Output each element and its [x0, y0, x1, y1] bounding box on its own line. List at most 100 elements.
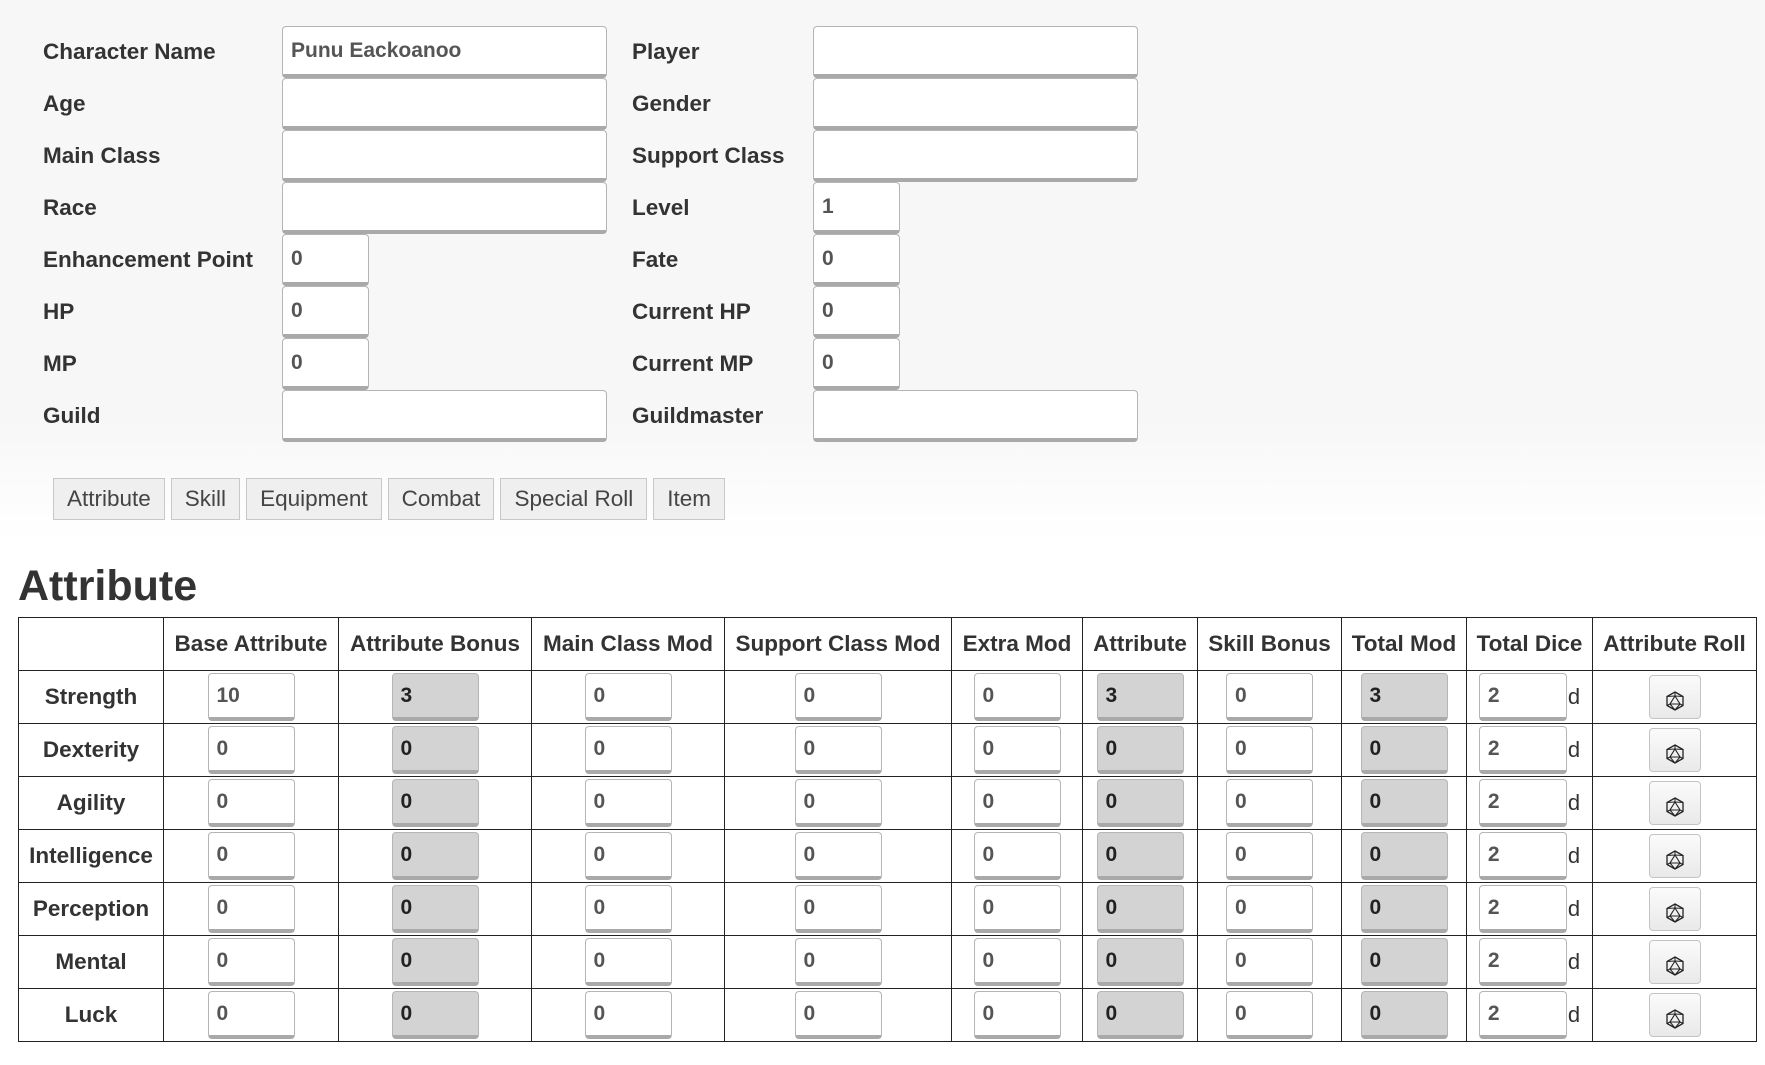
main-class-input[interactable]: [282, 130, 607, 182]
mental-total-dice-field[interactable]: [1478, 938, 1567, 986]
cell-bonus: [338, 935, 532, 989]
luck-extra-mod-field[interactable]: [973, 991, 1061, 1039]
tab-item[interactable]: Item: [653, 478, 726, 520]
dexterity-roll-button[interactable]: [1648, 728, 1701, 772]
support-class-input[interactable]: [813, 130, 1138, 182]
dexterity-support-mod-field[interactable]: [794, 726, 882, 774]
guild-input[interactable]: [282, 390, 607, 442]
tab-attribute[interactable]: Attribute: [53, 478, 165, 520]
age-label: Age: [43, 91, 86, 116]
perception-base-field[interactable]: [207, 885, 295, 933]
d20-dice-icon: [1665, 902, 1684, 923]
mental-support-mod-field[interactable]: [794, 938, 882, 986]
intelligence-base-field[interactable]: [207, 832, 295, 880]
cell-main-mod: [531, 882, 725, 936]
dexterity-skill-bonus-field[interactable]: [1226, 726, 1313, 774]
d20-dice-icon: [1665, 1008, 1684, 1029]
tab-combat[interactable]: Combat: [387, 478, 495, 520]
tab-special-roll[interactable]: Special Roll: [500, 478, 648, 520]
dexterity-total-dice-field[interactable]: [1478, 726, 1567, 774]
enhancement-point-input[interactable]: [282, 234, 369, 286]
strength-support-mod-field[interactable]: [794, 673, 882, 721]
hp-input[interactable]: [282, 286, 369, 338]
cell-base: [163, 882, 339, 936]
player-input[interactable]: [813, 26, 1138, 78]
attribute-name: Intelligence: [18, 829, 164, 883]
agility-support-mod-field[interactable]: [794, 779, 882, 827]
strength-main-mod-field[interactable]: [584, 673, 672, 721]
luck-main-mod-field[interactable]: [584, 991, 672, 1039]
perception-skill-bonus-field[interactable]: [1226, 885, 1313, 933]
strength-extra-mod-field[interactable]: [973, 673, 1061, 721]
intelligence-skill-bonus-field[interactable]: [1226, 832, 1313, 880]
column-header-extra-mod: Extra Mod: [951, 617, 1083, 671]
agility-total-dice-field[interactable]: [1478, 779, 1567, 827]
mental-roll-button[interactable]: [1648, 940, 1701, 984]
age-input[interactable]: [282, 78, 607, 130]
agility-main-mod-field[interactable]: [584, 779, 672, 827]
strength-base-field[interactable]: [207, 673, 295, 721]
intelligence-support-mod-field[interactable]: [794, 832, 882, 880]
support-class-label: Support Class: [632, 143, 785, 168]
perception-roll-button[interactable]: [1648, 887, 1701, 931]
mental-base-field[interactable]: [207, 938, 295, 986]
intelligence-roll-button[interactable]: [1648, 834, 1701, 878]
cell-attribute: [1082, 776, 1198, 830]
mp-input[interactable]: [282, 338, 369, 390]
agility-base-field[interactable]: [207, 779, 295, 827]
agility-skill-bonus-field[interactable]: [1226, 779, 1313, 827]
level-label: Level: [632, 195, 690, 220]
luck-support-mod-field[interactable]: [794, 991, 882, 1039]
mental-skill-bonus-field[interactable]: [1226, 938, 1313, 986]
current-hp-input[interactable]: [813, 286, 900, 338]
table-header-row: Base Attribute Attribute Bonus Main Class …: [18, 617, 1757, 671]
mental-main-mod-field[interactable]: [584, 938, 672, 986]
cell-support-mod: [724, 988, 952, 1042]
luck-base-field[interactable]: [207, 991, 295, 1039]
strength-roll-button[interactable]: [1648, 675, 1701, 719]
fate-input[interactable]: [813, 234, 900, 286]
cell-bonus: [338, 776, 532, 830]
cell-base: [163, 776, 339, 830]
guild-label: Guild: [43, 403, 101, 428]
table-row: Perception d: [18, 882, 1757, 936]
strength-bonus-field: [391, 673, 479, 721]
luck-roll-button[interactable]: [1648, 993, 1701, 1037]
perception-support-mod-field[interactable]: [794, 885, 882, 933]
strength-skill-bonus-field[interactable]: [1226, 673, 1313, 721]
agility-extra-mod-field[interactable]: [973, 779, 1061, 827]
cell-bonus: [338, 988, 532, 1042]
luck-skill-bonus-field[interactable]: [1226, 991, 1313, 1039]
intelligence-extra-mod-field[interactable]: [973, 832, 1061, 880]
column-header-support-class-mod: Support Class Mod: [724, 617, 952, 671]
guildmaster-input[interactable]: [813, 390, 1138, 442]
tab-skill[interactable]: Skill: [170, 478, 241, 520]
level-input[interactable]: [813, 182, 900, 234]
table-row: Dexterity d: [18, 723, 1757, 777]
perception-total-mod-field: [1360, 885, 1448, 933]
table-row: Strength d: [18, 670, 1757, 724]
dexterity-base-field[interactable]: [207, 726, 295, 774]
cell-extra-mod: [951, 935, 1083, 989]
race-input[interactable]: [282, 182, 607, 234]
dexterity-extra-mod-field[interactable]: [973, 726, 1061, 774]
intelligence-total-dice-field[interactable]: [1478, 832, 1567, 880]
agility-roll-button[interactable]: [1648, 781, 1701, 825]
dice-suffix: d: [1567, 1002, 1581, 1027]
mental-extra-mod-field[interactable]: [973, 938, 1061, 986]
gender-input[interactable]: [813, 78, 1138, 130]
strength-total-dice-field[interactable]: [1478, 673, 1567, 721]
perception-main-mod-field[interactable]: [584, 885, 672, 933]
dexterity-main-mod-field[interactable]: [584, 726, 672, 774]
cell-attribute: [1082, 988, 1198, 1042]
perception-extra-mod-field[interactable]: [973, 885, 1061, 933]
intelligence-main-mod-field[interactable]: [584, 832, 672, 880]
tab-equipment[interactable]: Equipment: [246, 478, 382, 520]
cell-main-mod: [531, 829, 725, 883]
luck-total-dice-field[interactable]: [1478, 991, 1567, 1039]
luck-attribute-field: [1096, 991, 1184, 1039]
current-mp-input[interactable]: [813, 338, 900, 390]
cell-attribute-roll: [1592, 776, 1757, 830]
character-name-input[interactable]: [282, 26, 607, 78]
perception-total-dice-field[interactable]: [1478, 885, 1567, 933]
